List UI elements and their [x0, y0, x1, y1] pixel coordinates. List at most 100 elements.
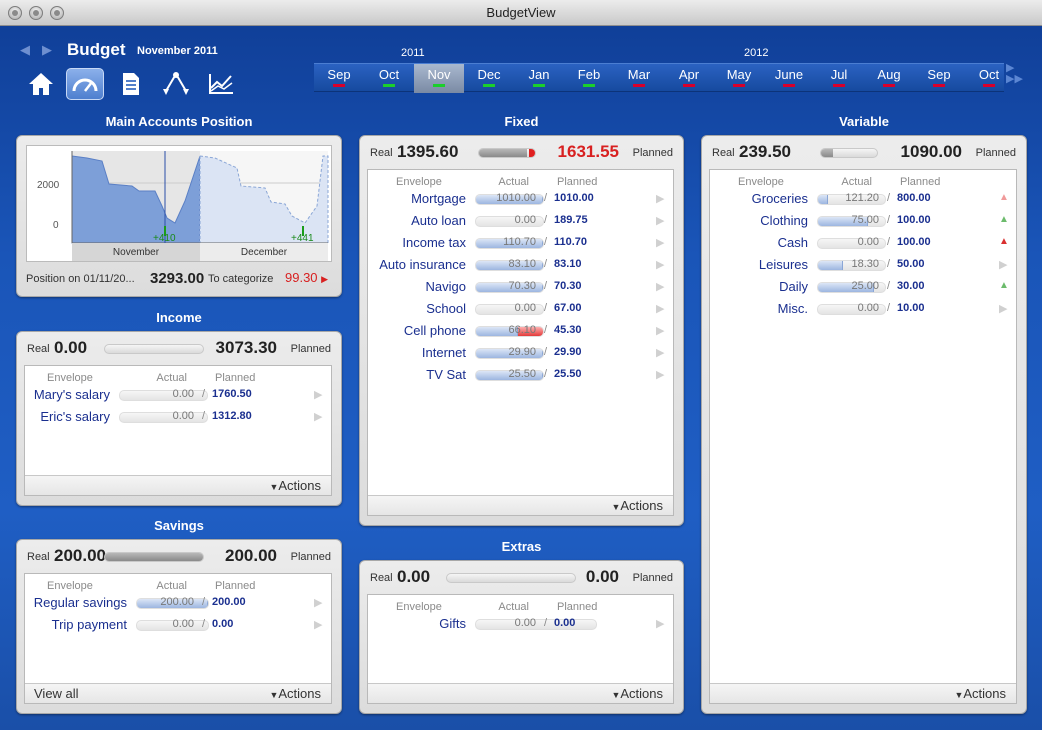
timeline-month-mar[interactable]: Mar: [614, 64, 664, 93]
slash-separator: /: [544, 258, 548, 270]
envelope-row[interactable]: Mortgage 1010.00 / 1010.00 ▶: [368, 188, 673, 210]
timeline-scroll-right-icon[interactable]: ▶ ▶▶: [1006, 63, 1023, 85]
next-month-icon[interactable]: ▶: [42, 42, 52, 58]
timeline-month-sep[interactable]: Sep: [314, 64, 364, 93]
month-status-marker: [733, 84, 745, 87]
envelope-planned[interactable]: 1760.50: [212, 388, 252, 400]
actions-menu-button[interactable]: ▼Actions: [611, 498, 663, 513]
envelope-name[interactable]: Income tax: [402, 235, 466, 250]
envelope-planned[interactable]: 29.90: [554, 346, 582, 358]
minimize-window-button[interactable]: [29, 6, 43, 20]
envelope-actual: 70.30: [508, 280, 536, 292]
envelope-name[interactable]: Navigo: [426, 279, 466, 294]
envelope-planned[interactable]: 1010.00: [554, 192, 594, 204]
envelope-row[interactable]: Trip payment 0.00 / 0.00 ▶: [25, 614, 331, 636]
categorize-icon[interactable]: [157, 68, 195, 100]
envelope-name[interactable]: Clothing: [760, 213, 808, 228]
envelope-planned[interactable]: 50.00: [897, 258, 925, 270]
timeline-month-jan[interactable]: Jan: [514, 64, 564, 93]
envelope-row[interactable]: Regular savings 200.00 / 200.00 ▶: [25, 592, 331, 614]
envelope-planned[interactable]: 70.30: [554, 280, 582, 292]
timeline-month-feb[interactable]: Feb: [564, 64, 614, 93]
envelope-row[interactable]: Misc. 0.00 / 10.00 ▶: [710, 298, 1016, 320]
timeline-month-apr[interactable]: Apr: [664, 64, 714, 93]
envelope-row[interactable]: Mary's salary 0.00 / 1760.50 ▶: [25, 384, 331, 406]
envelope-row[interactable]: Gifts 0.00 / 0.00 ▶: [368, 613, 673, 635]
month-status-marker: [533, 84, 545, 87]
envelope-row[interactable]: Eric's salary 0.00 / 1312.80 ▶: [25, 406, 331, 428]
view-all-link[interactable]: View all: [34, 686, 79, 701]
envelope-row[interactable]: Groceries 121.20 / 800.00 ▲: [710, 188, 1016, 210]
gauge-icon[interactable]: [66, 68, 104, 100]
envelope-planned[interactable]: 0.00: [212, 618, 233, 630]
timeline-month-aug[interactable]: Aug: [864, 64, 914, 93]
accounts-chart[interactable]: 2000 0 +410 +441 November December: [26, 145, 332, 262]
envelope-planned[interactable]: 1312.80: [212, 410, 252, 422]
envelope-name[interactable]: School: [426, 301, 466, 316]
timeline-month-dec[interactable]: Dec: [464, 64, 514, 93]
timeline-month-may[interactable]: May: [714, 64, 764, 93]
envelope-row[interactable]: Cash 0.00 / 100.00 ▲: [710, 232, 1016, 254]
envelope-planned[interactable]: 189.75: [554, 214, 588, 226]
envelope-name[interactable]: Cell phone: [404, 323, 466, 338]
timeline-month-jul[interactable]: Jul: [814, 64, 864, 93]
analysis-chart-icon[interactable]: [202, 68, 240, 100]
envelope-name[interactable]: Daily: [779, 279, 808, 294]
timeline-month-june[interactable]: June: [764, 64, 814, 93]
envelope-row[interactable]: School 0.00 / 67.00 ▶: [368, 298, 673, 320]
envelope-row[interactable]: Internet 29.90 / 29.90 ▶: [368, 342, 673, 364]
envelope-name[interactable]: Trip payment: [52, 617, 127, 632]
envelope-planned[interactable]: 110.70: [554, 236, 587, 248]
envelope-name[interactable]: Mortgage: [411, 191, 466, 206]
timeline-month-sep[interactable]: Sep: [914, 64, 964, 93]
planned-label: Planned: [632, 572, 673, 584]
envelope-name[interactable]: Auto insurance: [379, 257, 466, 272]
envelope-planned[interactable]: 25.50: [554, 368, 582, 380]
envelope-row[interactable]: Leisures 18.30 / 50.00 ▶: [710, 254, 1016, 276]
envelope-name[interactable]: Mary's salary: [34, 387, 110, 402]
envelope-name[interactable]: Auto loan: [411, 213, 466, 228]
envelope-planned[interactable]: 200.00: [212, 596, 246, 608]
variable-summary: Real 239.50 1090.00 Planned: [702, 142, 1026, 164]
envelope-name[interactable]: Misc.: [778, 301, 808, 316]
envelope-planned[interactable]: 0.00: [554, 617, 575, 629]
envelope-planned[interactable]: 83.10: [554, 258, 582, 270]
home-icon[interactable]: [22, 68, 60, 100]
envelope-name[interactable]: TV Sat: [426, 367, 466, 382]
envelope-row[interactable]: Clothing 75.00 / 100.00 ▲: [710, 210, 1016, 232]
envelope-row[interactable]: Navigo 70.30 / 70.30 ▶: [368, 276, 673, 298]
timeline-month-oct[interactable]: Oct: [364, 64, 414, 93]
envelope-planned[interactable]: 10.00: [897, 302, 925, 314]
envelope-name[interactable]: Leisures: [759, 257, 808, 272]
envelope-name[interactable]: Internet: [422, 345, 466, 360]
envelope-row[interactable]: Auto insurance 83.10 / 83.10 ▶: [368, 254, 673, 276]
document-icon[interactable]: [112, 68, 150, 100]
to-categorize-link[interactable]: 99.30 ▶: [285, 270, 328, 285]
envelope-planned[interactable]: 100.00: [897, 236, 931, 248]
envelope-row[interactable]: Income tax 110.70 / 110.70 ▶: [368, 232, 673, 254]
envelope-name[interactable]: Groceries: [752, 191, 808, 206]
envelope-name[interactable]: Cash: [778, 235, 808, 250]
envelope-row[interactable]: Daily 25.00 / 30.00 ▲: [710, 276, 1016, 298]
envelope-name[interactable]: Eric's salary: [40, 409, 110, 424]
envelope-row[interactable]: Cell phone 66.10 / 45.30 ▶: [368, 320, 673, 342]
envelope-planned[interactable]: 45.30: [554, 324, 582, 336]
envelope-row[interactable]: TV Sat 25.50 / 25.50 ▶: [368, 364, 673, 386]
timeline-month-nov[interactable]: Nov: [414, 64, 464, 93]
zoom-window-button[interactable]: [50, 6, 64, 20]
month-status-marker: [933, 84, 945, 87]
envelope-planned[interactable]: 800.00: [897, 192, 931, 204]
previous-month-icon[interactable]: ◀: [20, 42, 30, 58]
envelope-name[interactable]: Gifts: [439, 616, 466, 631]
envelope-planned[interactable]: 30.00: [897, 280, 925, 292]
close-window-button[interactable]: [8, 6, 22, 20]
envelope-planned[interactable]: 67.00: [554, 302, 582, 314]
actions-menu-button[interactable]: ▼Actions: [611, 686, 663, 701]
actions-menu-button[interactable]: ▼Actions: [269, 478, 321, 493]
envelope-row[interactable]: Auto loan 0.00 / 189.75 ▶: [368, 210, 673, 232]
envelope-name[interactable]: Regular savings: [34, 595, 127, 610]
actions-menu-button[interactable]: ▼Actions: [954, 686, 1006, 701]
actions-menu-button[interactable]: ▼Actions: [269, 686, 321, 701]
month-status-marker: [833, 84, 845, 87]
envelope-planned[interactable]: 100.00: [897, 214, 931, 226]
